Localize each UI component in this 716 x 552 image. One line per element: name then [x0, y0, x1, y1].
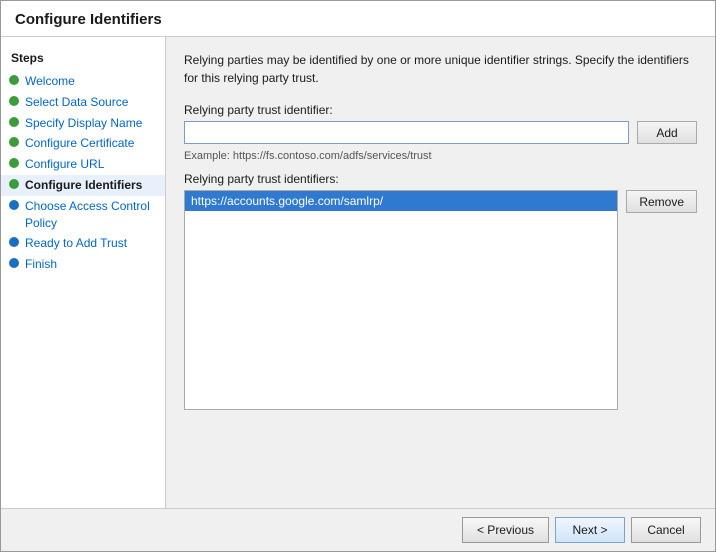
identifiers-list-label: Relying party trust identifiers:: [184, 172, 697, 186]
dot-icon: [9, 96, 19, 106]
add-button[interactable]: Add: [637, 121, 697, 144]
sidebar-item-finish[interactable]: Finish: [1, 254, 165, 275]
dialog-body: Steps Welcome Select Data Source Specify…: [1, 37, 715, 508]
sidebar-item-welcome[interactable]: Welcome: [1, 71, 165, 92]
identifiers-list[interactable]: https://accounts.google.com/samlrp/: [184, 190, 618, 410]
sidebar-item-label: Specify Display Name: [25, 115, 142, 132]
sidebar-item-configure-certificate[interactable]: Configure Certificate: [1, 133, 165, 154]
sidebar-item-label: Ready to Add Trust: [25, 235, 127, 252]
dot-icon: [9, 117, 19, 127]
dot-icon: [9, 258, 19, 268]
next-button[interactable]: Next >: [555, 517, 625, 543]
sidebar-item-configure-url[interactable]: Configure URL: [1, 154, 165, 175]
dot-icon: [9, 237, 19, 247]
sidebar-item-configure-identifiers[interactable]: Configure Identifiers: [1, 175, 165, 196]
dot-icon: [9, 75, 19, 85]
dot-icon: [9, 200, 19, 210]
sidebar-item-label: Configure Certificate: [25, 135, 134, 152]
sidebar-item-label: Choose Access Control Policy: [25, 198, 155, 232]
sidebar-item-label: Configure Identifiers: [25, 177, 142, 194]
dot-icon: [9, 158, 19, 168]
sidebar-item-label: Welcome: [25, 73, 75, 90]
identifiers-row: https://accounts.google.com/samlrp/ Remo…: [184, 190, 697, 410]
sidebar-item-label: Select Data Source: [25, 94, 128, 111]
main-content: Relying parties may be identified by one…: [166, 37, 715, 508]
sidebar-item-label: Finish: [25, 256, 57, 273]
identifier-field-label: Relying party trust identifier:: [184, 103, 697, 117]
identifier-input-row: Add: [184, 121, 697, 144]
sidebar-item-label: Configure URL: [25, 156, 104, 173]
previous-button[interactable]: < Previous: [462, 517, 549, 543]
dialog-title: Configure Identifiers: [1, 1, 715, 37]
steps-label: Steps: [1, 47, 165, 71]
sidebar-item-specify-display-name[interactable]: Specify Display Name: [1, 113, 165, 134]
sidebar-item-select-data-source[interactable]: Select Data Source: [1, 92, 165, 113]
dot-icon: [9, 179, 19, 189]
remove-button[interactable]: Remove: [626, 190, 697, 213]
identifier-input[interactable]: [184, 121, 629, 144]
list-item[interactable]: https://accounts.google.com/samlrp/: [185, 191, 617, 211]
dot-icon: [9, 137, 19, 147]
sidebar-item-ready-to-add-trust[interactable]: Ready to Add Trust: [1, 233, 165, 254]
cancel-button[interactable]: Cancel: [631, 517, 701, 543]
sidebar-item-choose-access-control-policy[interactable]: Choose Access Control Policy: [1, 196, 165, 234]
configure-identifiers-dialog: Configure Identifiers Steps Welcome Sele…: [0, 0, 716, 552]
dialog-footer: < Previous Next > Cancel: [1, 508, 715, 551]
sidebar: Steps Welcome Select Data Source Specify…: [1, 37, 166, 508]
intro-text: Relying parties may be identified by one…: [184, 51, 697, 87]
example-text: Example: https://fs.contoso.com/adfs/ser…: [184, 150, 697, 162]
